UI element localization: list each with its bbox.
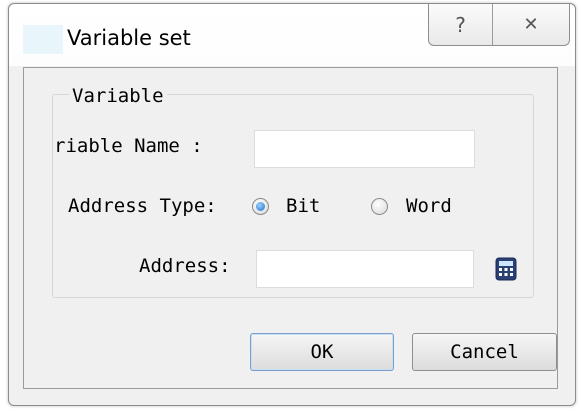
radio-selected-dot	[256, 202, 265, 211]
variable-set-dialog: Variable set ? ✕ Variable riable Name : …	[8, 3, 576, 406]
help-button[interactable]: ?	[429, 4, 493, 45]
close-icon: ✕	[523, 14, 539, 35]
address-label: Address:	[139, 255, 231, 277]
word-radio-label[interactable]: Word	[406, 195, 452, 217]
dialog-title: Variable set	[67, 26, 191, 50]
bit-radio-label[interactable]: Bit	[286, 195, 320, 217]
bit-radio[interactable]	[252, 198, 269, 215]
variable-name-label: riable Name :	[54, 135, 203, 157]
address-type-label: Address Type:	[68, 195, 217, 217]
cancel-button-label: Cancel	[450, 341, 519, 363]
address-input[interactable]	[256, 250, 474, 288]
calculator-icon[interactable]	[495, 257, 517, 281]
caption-buttons: ? ✕	[428, 4, 570, 46]
help-icon: ?	[455, 12, 466, 37]
cancel-button[interactable]: Cancel	[412, 333, 557, 371]
variable-name-input[interactable]	[254, 130, 475, 168]
dialog-body: Variable riable Name : Address Type: Bit…	[23, 67, 558, 389]
ok-button-label: OK	[310, 341, 334, 363]
ok-button[interactable]: OK	[250, 333, 394, 371]
title-bar[interactable]: Variable set ? ✕	[9, 4, 575, 66]
app-icon	[23, 25, 63, 54]
close-button[interactable]: ✕	[493, 4, 569, 45]
groupbox-title: Variable	[69, 85, 167, 107]
word-radio[interactable]	[371, 198, 388, 215]
